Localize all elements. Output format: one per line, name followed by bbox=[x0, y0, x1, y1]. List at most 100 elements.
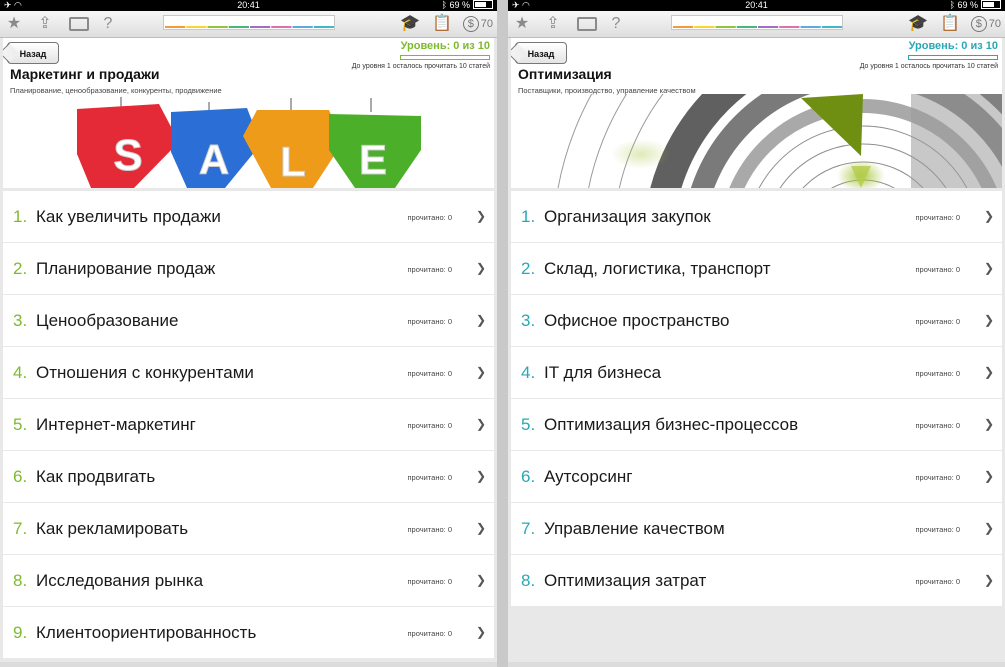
item-title: Офисное пространство bbox=[544, 311, 730, 330]
dollar-coin-icon: $ bbox=[462, 16, 479, 33]
item-read-count: прочитано: 0 bbox=[915, 473, 960, 482]
item-read-count: прочитано: 0 bbox=[407, 577, 452, 586]
chevron-right-icon: ❯ bbox=[475, 313, 486, 327]
clipboard-icon[interactable]: 📋 bbox=[432, 15, 452, 33]
list-item[interactable]: 2. Планирование продаж прочитано: 0 ❯ bbox=[3, 243, 494, 294]
share-icon[interactable]: ⇪ bbox=[36, 15, 54, 33]
bottom-strip bbox=[508, 662, 1005, 667]
graduation-cap-icon[interactable]: 🎓 bbox=[400, 15, 420, 33]
chevron-right-icon: ❯ bbox=[475, 469, 486, 483]
item-read-count: прочитано: 0 bbox=[407, 473, 452, 482]
item-read-count: прочитано: 0 bbox=[407, 213, 452, 222]
item-number: 1. bbox=[521, 207, 536, 226]
color-bar-segment bbox=[673, 26, 694, 28]
chevron-right-icon: ❯ bbox=[983, 521, 994, 535]
list-item[interactable]: 3. Офисное пространство прочитано: 0 ❯ bbox=[511, 295, 1002, 346]
chevron-right-icon: ❯ bbox=[983, 261, 994, 275]
battery-percent: 69 % bbox=[449, 0, 470, 10]
chevron-right-icon: ❯ bbox=[983, 469, 994, 483]
list-item[interactable]: 9. Клиентоориентированность прочитано: 0 ❯ bbox=[3, 607, 494, 658]
chevron-right-icon: ❯ bbox=[475, 417, 486, 431]
item-read-count: прочитано: 0 bbox=[915, 421, 960, 430]
chevron-right-icon: ❯ bbox=[475, 261, 486, 275]
list-item[interactable]: 6. Аутсорсинг прочитано: 0 ❯ bbox=[511, 451, 1002, 502]
item-number: 8. bbox=[521, 571, 536, 590]
dollar-coin-icon: $ bbox=[970, 16, 987, 33]
screen-optimization: ✈ ◠ 20:41 ᛒ 69 % ★ ⇪ ? 🎓 📋 $70 Назад Уро… bbox=[508, 0, 1005, 667]
item-read-count: прочитано: 0 bbox=[407, 525, 452, 534]
level-note: До уровня 1 осталось прочитать 10 статей bbox=[351, 63, 490, 70]
list-item[interactable]: 5. Интернет-маркетинг прочитано: 0 ❯ bbox=[3, 399, 494, 450]
toolbar: ★ ⇪ ? 🎓 📋 $70 bbox=[0, 11, 497, 38]
item-number: 2. bbox=[521, 259, 536, 278]
keyboard-icon[interactable] bbox=[577, 17, 597, 31]
list-item[interactable]: 6. Как продвигать прочитано: 0 ❯ bbox=[3, 451, 494, 502]
item-read-count: прочитано: 0 bbox=[915, 317, 960, 326]
item-title: Склад, логистика, транспорт bbox=[544, 259, 771, 278]
item-title: Организация закупок bbox=[544, 207, 711, 226]
item-number: 8. bbox=[13, 571, 28, 590]
item-title: Аутсорсинг bbox=[544, 467, 633, 486]
item-number: 7. bbox=[13, 519, 28, 538]
tag-letter-a: A bbox=[199, 136, 229, 183]
page-title: Оптимизация bbox=[518, 66, 612, 82]
item-title: Оптимизация бизнес-процессов bbox=[544, 415, 799, 434]
item-number: 3. bbox=[13, 311, 28, 330]
back-button[interactable]: Назад bbox=[515, 42, 567, 64]
item-title: Оптимизация затрат bbox=[544, 571, 707, 590]
item-number: 6. bbox=[521, 467, 536, 486]
share-icon[interactable]: ⇪ bbox=[544, 15, 562, 33]
item-title: Как рекламировать bbox=[36, 519, 189, 538]
bottom-strip bbox=[0, 662, 497, 667]
coins-counter[interactable]: $70 bbox=[462, 15, 493, 33]
list-item[interactable]: 4. IT для бизнеса прочитано: 0 ❯ bbox=[511, 347, 1002, 398]
list-item[interactable]: 7. Управление качеством прочитано: 0 ❯ bbox=[511, 503, 1002, 554]
coins-counter[interactable]: $70 bbox=[970, 15, 1001, 33]
coins-value: 70 bbox=[480, 18, 493, 30]
chevron-right-icon: ❯ bbox=[475, 521, 486, 535]
color-bar-segment bbox=[228, 26, 249, 28]
battery-percent: 69 % bbox=[957, 0, 978, 10]
item-number: 5. bbox=[521, 415, 536, 434]
help-icon[interactable]: ? bbox=[99, 15, 117, 33]
chevron-right-icon: ❯ bbox=[475, 625, 486, 639]
graduation-cap-icon[interactable]: 🎓 bbox=[908, 15, 928, 33]
list-item[interactable]: 8. Исследования рынка прочитано: 0 ❯ bbox=[3, 555, 494, 606]
list-item[interactable]: 7. Как рекламировать прочитано: 0 ❯ bbox=[3, 503, 494, 554]
list-item[interactable]: 2. Склад, логистика, транспорт прочитано: … bbox=[511, 243, 1002, 294]
list-item[interactable]: 3. Ценообразование прочитано: 0 ❯ bbox=[3, 295, 494, 346]
list-item[interactable]: 1. Организация закупок прочитано: 0 ❯ bbox=[511, 191, 1002, 242]
list-item[interactable]: 4. Отношения с конкурентами прочитано: 0 ❯ bbox=[3, 347, 494, 398]
chevron-right-icon: ❯ bbox=[983, 209, 994, 223]
item-title: IT для бизнеса bbox=[544, 363, 662, 382]
level-progress-bar bbox=[908, 55, 998, 60]
item-title: Исследования рынка bbox=[36, 571, 204, 590]
list-item[interactable]: 8. Оптимизация затрат прочитано: 0 ❯ bbox=[511, 555, 1002, 606]
chevron-right-icon: ❯ bbox=[475, 365, 486, 379]
status-bar: ✈ ◠ 20:41 ᛒ 69 % bbox=[508, 0, 1005, 11]
help-icon[interactable]: ? bbox=[607, 15, 625, 33]
sale-tag-e: E bbox=[329, 98, 421, 188]
item-title: Клиентоориентированность bbox=[36, 623, 257, 642]
list-item[interactable]: 1. Как увеличить продажи прочитано: 0 ❯ bbox=[3, 191, 494, 242]
back-button[interactable]: Назад bbox=[7, 42, 59, 64]
keyboard-icon[interactable] bbox=[69, 17, 89, 31]
star-icon[interactable]: ★ bbox=[513, 15, 531, 33]
item-number: 4. bbox=[521, 363, 536, 382]
list-item[interactable]: 5. Оптимизация бизнес-процессов прочитано:… bbox=[511, 399, 1002, 450]
color-bar-segment bbox=[800, 26, 821, 28]
tag-letter-l: L bbox=[280, 138, 306, 185]
star-icon[interactable]: ★ bbox=[5, 15, 23, 33]
sale-tag-l: L bbox=[243, 98, 343, 188]
chevron-right-icon: ❯ bbox=[983, 313, 994, 327]
item-title: Ценообразование bbox=[36, 311, 179, 330]
status-bar: ✈ ◠ 20:41 ᛒ 69 % bbox=[0, 0, 497, 11]
item-number: 2. bbox=[13, 259, 28, 278]
article-list: 1. Как увеличить продажи прочитано: 0 ❯ 2. Пл… bbox=[3, 191, 494, 659]
category-color-bar bbox=[671, 15, 843, 30]
battery-icon bbox=[473, 0, 493, 9]
item-read-count: прочитано: 0 bbox=[407, 265, 452, 274]
clipboard-icon[interactable]: 📋 bbox=[940, 15, 960, 33]
item-number: 7. bbox=[521, 519, 536, 538]
tag-letter-s: S bbox=[113, 131, 142, 180]
